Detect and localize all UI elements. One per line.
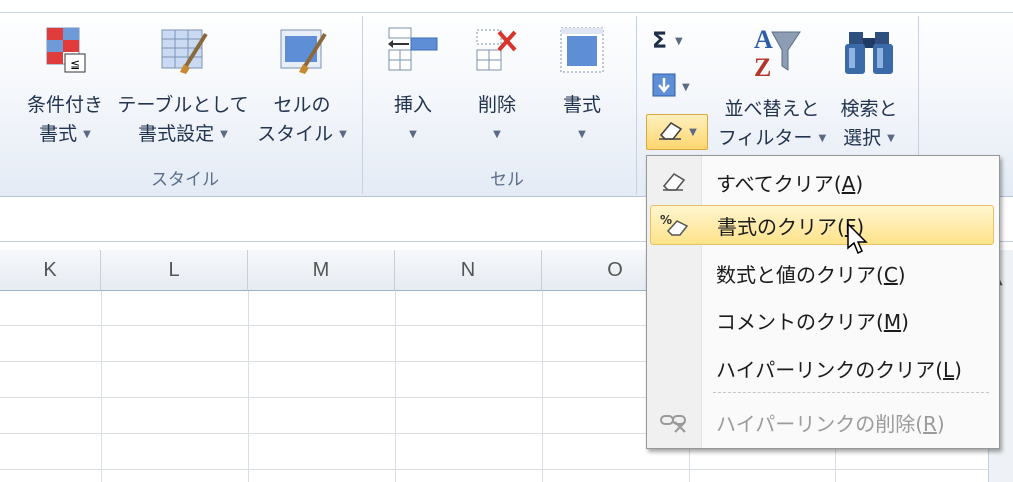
format-cells-button[interactable]: 書式 ▼ <box>546 24 618 149</box>
find-select-label1: 検索と <box>840 98 898 120</box>
access-key: R <box>923 411 937 436</box>
menu-item-clear-hyperlinks[interactable]: ハイパーリンクのクリア(L) <box>650 348 994 388</box>
column-gridline <box>542 291 543 482</box>
find-select-label2: 選択 <box>843 127 882 149</box>
menu-item-clear-all[interactable]: すべてクリア(A) <box>650 162 994 202</box>
group-separator <box>362 16 363 194</box>
insert-cells-button[interactable]: 挿入 ▼ <box>378 24 448 149</box>
dropdown-arrow-icon: ▼ <box>339 129 347 140</box>
conditional-format-label2: 書式 <box>39 123 78 145</box>
access-key: A <box>841 171 856 196</box>
cell-styles-icon <box>252 24 352 85</box>
eraser-icon <box>657 119 685 146</box>
find-select-button[interactable]: 検索と 選択 ▼ <box>830 24 908 153</box>
conditional-format-icon: ≦ <box>12 24 118 85</box>
menu-item-remove-hyperlinks: ハイパーリンクの削除(R) <box>650 402 994 442</box>
column-gridline <box>248 291 249 482</box>
sort-filter-icon: A Z <box>712 24 832 89</box>
format-as-table-label1: テーブルとして <box>117 94 249 116</box>
column-header-k[interactable]: K <box>0 250 101 291</box>
cell-styles-label2: スタイル <box>257 123 334 145</box>
delete-cells-label: 削除 <box>477 94 516 116</box>
autosum-icon: Σ <box>652 28 668 54</box>
remove-hyperlink-icon <box>650 410 698 434</box>
dropdown-arrow-icon: ▼ <box>578 129 586 140</box>
menu-item-label: コメントのクリア <box>716 309 876 334</box>
menu-item-label: ハイパーリンクのクリア <box>716 357 936 382</box>
format-as-table-button[interactable]: テーブルとして 書式設定 ▼ <box>116 24 250 149</box>
menu-separator <box>713 392 989 393</box>
cell-styles-label1: セルの <box>273 94 331 116</box>
menu-item-label: 数式と値のクリア <box>716 262 876 287</box>
access-key: M <box>883 309 902 334</box>
column-gridline <box>395 291 396 482</box>
row-gridline <box>0 469 1013 470</box>
clear-formats-icon: % <box>651 213 699 237</box>
cell-styles-button[interactable]: セルの スタイル ▼ <box>252 24 352 149</box>
sort-filter-label2: フィルター <box>717 127 813 149</box>
menu-item-label: すべてクリア <box>716 171 834 196</box>
conditional-format-label1: 条件付き <box>26 94 103 116</box>
menu-item-clear-formats[interactable]: % 書式のクリア(F) <box>650 205 994 245</box>
dropdown-arrow-icon: ▼ <box>689 126 697 138</box>
delete-cells-button[interactable]: 削除 ▼ <box>462 24 532 149</box>
cells-group-label: セル <box>490 170 524 190</box>
autosum-button[interactable]: Σ ▼ <box>652 26 683 56</box>
dropdown-arrow-icon: ▼ <box>675 35 683 47</box>
svg-text:Z: Z <box>754 53 771 80</box>
dropdown-arrow-icon: ▼ <box>887 133 895 144</box>
menu-item-clear-comments[interactable]: コメントのクリア(M) <box>650 300 994 340</box>
delete-cells-icon <box>462 24 532 85</box>
fill-down-icon <box>652 73 676 102</box>
dropdown-arrow-icon: ▼ <box>493 129 501 140</box>
ribbon-tab-strip <box>0 0 1013 13</box>
column-header-m[interactable]: M <box>248 250 395 291</box>
insert-cells-label: 挿入 <box>393 94 432 116</box>
format-cells-label: 書式 <box>562 94 601 116</box>
svg-text:A: A <box>754 25 773 54</box>
insert-cells-icon <box>378 24 448 85</box>
binoculars-icon <box>830 24 908 89</box>
styles-group-label: スタイル <box>151 170 219 190</box>
dropdown-arrow-icon: ▼ <box>682 81 690 93</box>
dropdown-arrow-icon: ▼ <box>220 129 228 140</box>
column-header-l[interactable]: L <box>101 250 248 291</box>
dropdown-arrow-icon: ▼ <box>818 133 827 144</box>
fill-button[interactable]: ▼ <box>652 72 690 102</box>
access-key: C <box>883 262 898 287</box>
sort-filter-label1: 並べ替えと <box>724 98 820 120</box>
access-key: L <box>943 357 955 382</box>
menu-item-clear-contents[interactable]: 数式と値のクリア(C) <box>650 253 994 293</box>
mouse-cursor-icon <box>846 222 872 260</box>
clear-dropdown-menu: すべてクリア(A) % 書式のクリア(F) 数式と値のクリア(C) コメントのク… <box>646 155 1000 449</box>
format-as-table-label2: 書式設定 <box>138 123 215 145</box>
menu-item-label: ハイパーリンクの削除 <box>716 411 916 436</box>
dropdown-arrow-icon: ▼ <box>409 129 417 140</box>
dropdown-arrow-icon: ▼ <box>83 129 91 140</box>
svg-text:≦: ≦ <box>70 57 80 71</box>
svg-text:%: % <box>660 213 672 227</box>
sort-filter-button[interactable]: A Z 並べ替えと フィルター ▼ <box>712 24 832 153</box>
eraser-icon <box>650 171 698 193</box>
clear-button[interactable]: ▼ <box>646 114 708 150</box>
column-header-n[interactable]: N <box>395 250 542 291</box>
menu-item-label: 書式のクリア <box>717 214 837 239</box>
column-gridline <box>101 291 102 482</box>
conditional-format-button[interactable]: ≦ 条件付き 書式 ▼ <box>12 24 118 149</box>
format-as-table-icon <box>116 24 250 85</box>
group-separator <box>636 16 637 194</box>
format-cells-icon <box>546 24 618 85</box>
